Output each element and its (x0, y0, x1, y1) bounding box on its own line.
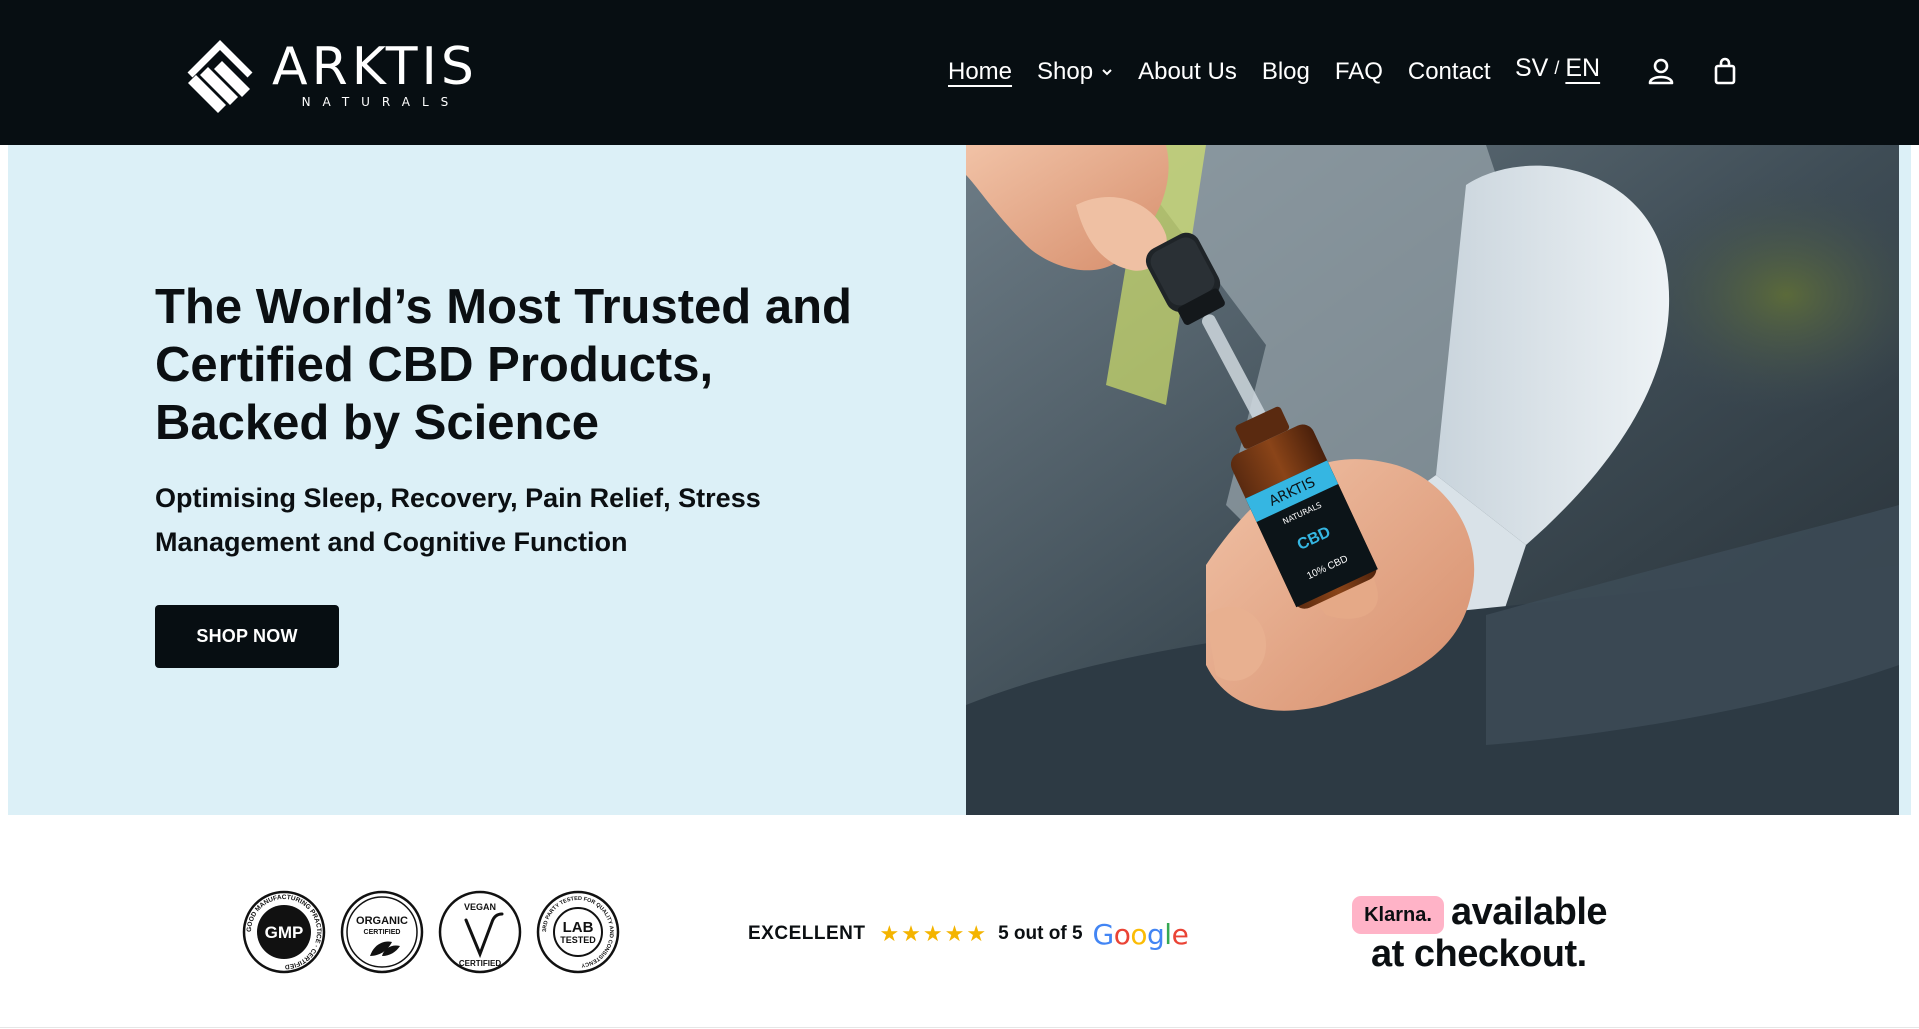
nav-home[interactable]: Home (948, 58, 1012, 86)
brand-wordmark: ARKTIS NATURALS (272, 41, 478, 109)
organic-badge-line1: ORGANIC (356, 915, 408, 927)
brand-name: ARKTIS (272, 37, 478, 97)
organic-badge-line2: CERTIFIED (364, 929, 401, 936)
hero-title: The World’s Most Trusted and Certified C… (155, 280, 852, 450)
rating-label: EXCELLENT (748, 923, 866, 944)
section-divider (0, 1027, 1919, 1028)
site-header: ARKTIS NATURALS Home Shop About Us Blog … (0, 0, 1919, 145)
klarna-line1: available (1451, 891, 1608, 933)
google-rating[interactable]: EXCELLENT ★★★★★ 5 out of 5 Google (748, 917, 1189, 951)
gmp-badge-text: GMP (265, 923, 304, 942)
lang-en[interactable]: EN (1565, 54, 1600, 83)
hero-subtitle: Optimising Sleep, Recovery, Pain Relief,… (155, 483, 761, 557)
klarna-line2: at checkout. (1371, 933, 1587, 975)
lab-badge-line2: TESTED (560, 935, 596, 945)
chevron-down-icon (1102, 69, 1112, 76)
organic-badge-icon: ORGANIC CERTIFIED (340, 890, 424, 974)
hero-image: ARKTIS NATURALS CBD 10% CBD (966, 145, 1899, 815)
shopping-bag-icon[interactable] (1710, 56, 1740, 86)
google-logo: Google (1092, 917, 1189, 951)
rating-score: 5 out of 5 (998, 923, 1083, 944)
lab-badge-line1: LAB (563, 919, 594, 936)
main-nav: Home Shop About Us Blog FAQ Contact (948, 52, 1516, 92)
nav-shop-label: Shop (1037, 58, 1094, 85)
vegan-badge-top: VEGAN (464, 902, 496, 912)
nav-blog[interactable]: Blog (1262, 58, 1310, 86)
klarna-logo: Klarna. (1352, 896, 1444, 934)
shop-now-button[interactable]: SHOP NOW (155, 605, 339, 668)
nav-faq[interactable]: FAQ (1335, 58, 1383, 86)
language-switcher: SV / EN (1515, 54, 1600, 83)
certification-badges: GOOD MANUFACTURING PRACTICE · CERTIFIED … (242, 890, 634, 974)
arktis-logo-icon (187, 40, 253, 113)
gmp-badge-icon: GOOD MANUFACTURING PRACTICE · CERTIFIED … (242, 890, 326, 974)
brand-logo[interactable]: ARKTIS NATURALS (180, 30, 500, 120)
klarna-promo: Klarna. available at checkout. (1352, 891, 1622, 983)
hero-edge-strip (1899, 145, 1911, 815)
star-rating-icon: ★★★★★ (879, 921, 989, 946)
lang-sv[interactable]: SV (1515, 54, 1548, 83)
lang-separator: / (1554, 58, 1560, 78)
account-icon[interactable] (1646, 56, 1676, 86)
vegan-badge-bottom: CERTIFIED (459, 959, 501, 968)
nav-shop[interactable]: Shop (1037, 58, 1113, 86)
lab-tested-badge-icon: 3RD PARTY TESTED FOR QUALITY AND CONSIST… (536, 890, 620, 974)
brand-subtitle: NATURALS (301, 95, 461, 109)
vegan-badge-icon: VEGAN CERTIFIED (438, 890, 522, 974)
nav-about-us[interactable]: About Us (1138, 58, 1237, 86)
nav-contact[interactable]: Contact (1408, 58, 1491, 86)
cbd-dropper-photo: ARKTIS NATURALS CBD 10% CBD (966, 145, 1899, 815)
